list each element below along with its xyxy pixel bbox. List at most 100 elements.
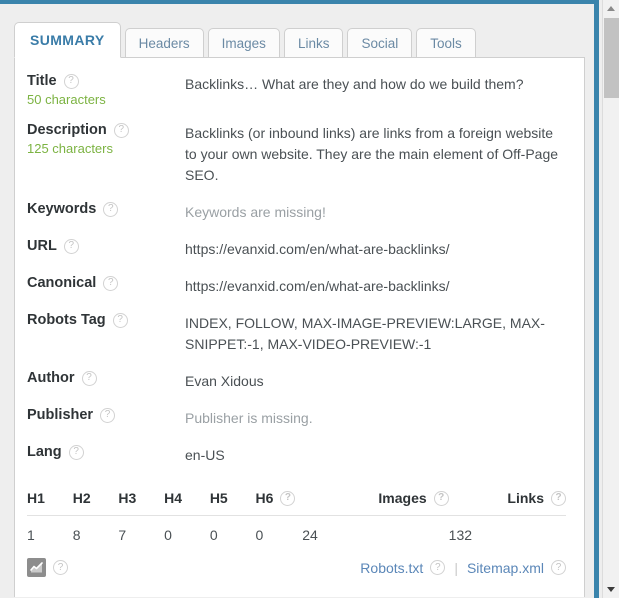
help-icon[interactable]: ?	[551, 490, 566, 506]
help-icon[interactable]: ?	[430, 560, 446, 575]
col-h1-label: H1	[27, 490, 45, 506]
row-url: URL ? https://evanxid.com/en/what-are-ba…	[27, 237, 566, 260]
help-icon[interactable]: ?	[63, 238, 79, 254]
row-publisher-label-col: Publisher ?	[27, 406, 185, 423]
tab-social-label: Social	[361, 35, 399, 51]
row-lang: Lang ? en-US	[27, 443, 566, 466]
row-robots-tag-value: INDEX, FOLLOW, MAX-IMAGE-PREVIEW:LARGE, …	[185, 315, 545, 352]
panel-footer: ? Robots.txt ? | Sitemap.xml ?	[27, 558, 566, 585]
col-h3-label: H3	[118, 490, 137, 506]
cell-links-count: 132	[448, 527, 473, 543]
col-links: Links ?	[448, 482, 566, 516]
tab-social[interactable]: Social	[347, 28, 413, 58]
row-canonical-label-col: Canonical ?	[27, 274, 185, 291]
col-images-label: Images	[378, 490, 427, 506]
row-title: Title ? 50 characters Backlinks… What ar…	[27, 72, 566, 107]
col-h3: H3	[118, 482, 165, 516]
row-lang-value: en-US	[185, 447, 225, 463]
footer-right-group: Robots.txt ? | Sitemap.xml ?	[360, 560, 566, 576]
help-icon[interactable]: ?	[103, 201, 119, 217]
tab-links-label: Links	[297, 35, 330, 51]
row-keywords-label-col: Keywords ?	[27, 200, 185, 217]
col-h1: H1	[27, 482, 73, 516]
chevron-up-icon	[607, 6, 615, 11]
row-author-label: Author	[27, 370, 75, 386]
cell-h1-count: 1	[27, 527, 35, 543]
row-url-label-col: URL ?	[27, 237, 185, 254]
row-title-char-count: 50 characters	[27, 92, 106, 107]
row-lang-label-col: Lang ?	[27, 443, 185, 460]
cell-h6-count: 0	[255, 527, 264, 543]
row-robots-tag: Robots Tag ? INDEX, FOLLOW, MAX-IMAGE-PR…	[27, 311, 566, 355]
table-header-row: H1 H2 H3 H4 H5 H6 ? Images ? Links ?	[27, 482, 566, 516]
seo-summary-window: SUMMARY Headers Images Links Social Tool…	[0, 0, 619, 598]
row-publisher: Publisher ? Publisher is missing.	[27, 406, 566, 429]
col-h6: H6 ?	[255, 482, 303, 516]
footer-left-group: ?	[27, 558, 68, 577]
sitemap-xml-link[interactable]: Sitemap.xml	[467, 560, 544, 576]
row-keywords-label: Keywords	[27, 201, 97, 217]
col-links-label: Links	[507, 490, 544, 506]
tab-images-label: Images	[221, 35, 266, 51]
row-description-label-col: Description ? 125 characters	[27, 121, 185, 156]
cell-images-count: 24	[302, 527, 318, 543]
col-h5-label: H5	[209, 490, 228, 506]
scroll-up-button[interactable]	[603, 0, 619, 17]
scrollbar-thumb[interactable]	[604, 18, 619, 98]
row-keywords-value: Keywords are missing!	[185, 204, 326, 220]
robots-txt-link[interactable]: Robots.txt	[360, 560, 423, 576]
help-icon[interactable]: ?	[113, 122, 129, 138]
row-robots-tag-label-col: Robots Tag ?	[27, 311, 185, 328]
tab-headers[interactable]: Headers	[124, 28, 204, 58]
tab-links[interactable]: Links	[283, 28, 344, 58]
row-description-value: Backlinks (or inbound links) are links f…	[185, 125, 559, 183]
col-images: Images ?	[302, 482, 449, 516]
row-url-value: https://evanxid.com/en/what-are-backlink…	[185, 241, 450, 257]
footer-separator: |	[454, 559, 458, 576]
help-icon[interactable]: ?	[68, 444, 84, 460]
row-publisher-label: Publisher	[27, 407, 94, 423]
heading-counts-table: H1 H2 H3 H4 H5 H6 ? Images ? Links ? 1 8…	[27, 482, 566, 553]
col-h6-label: H6	[255, 490, 274, 506]
row-canonical-value: https://evanxid.com/en/what-are-backlink…	[185, 278, 450, 294]
help-icon[interactable]: ?	[100, 407, 116, 423]
scroll-down-button[interactable]	[603, 581, 619, 598]
help-icon[interactable]: ?	[53, 560, 68, 575]
help-icon[interactable]: ?	[112, 312, 128, 328]
help-icon[interactable]: ?	[433, 490, 449, 506]
summary-panel: Title ? 50 characters Backlinks… What ar…	[14, 57, 585, 597]
cell-h3-count: 7	[118, 527, 127, 543]
cell-h5-count: 0	[209, 527, 218, 543]
tab-headers-label: Headers	[138, 35, 190, 51]
tab-tools[interactable]: Tools	[416, 28, 476, 58]
chart-icon[interactable]	[27, 558, 46, 577]
row-url-label: URL	[27, 238, 57, 254]
right-accent-border	[594, 0, 599, 598]
tab-summary[interactable]: SUMMARY	[14, 22, 121, 58]
row-author-label-col: Author ?	[27, 369, 185, 386]
vertical-scrollbar[interactable]	[602, 0, 619, 598]
tab-images[interactable]: Images	[207, 28, 280, 58]
row-title-label: Title	[27, 73, 57, 89]
row-canonical: Canonical ? https://evanxid.com/en/what-…	[27, 274, 566, 297]
tab-tools-label: Tools	[430, 35, 462, 51]
row-canonical-label: Canonical	[27, 275, 97, 291]
top-accent-border	[0, 0, 598, 4]
cell-h4-count: 0	[164, 527, 172, 543]
tab-bar: SUMMARY Headers Images Links Social Tool…	[14, 22, 480, 58]
help-icon[interactable]: ?	[81, 370, 97, 386]
row-author: Author ? Evan Xidous	[27, 369, 566, 392]
col-h2-label: H2	[72, 490, 91, 506]
help-icon[interactable]: ?	[63, 73, 79, 89]
col-h4: H4	[164, 482, 210, 516]
help-icon[interactable]: ?	[551, 560, 566, 575]
help-icon[interactable]: ?	[280, 490, 296, 506]
table-row: 1 8 7 0 0 0 24 132	[27, 516, 566, 554]
row-keywords: Keywords ? Keywords are missing!	[27, 200, 566, 223]
row-title-label-col: Title ? 50 characters	[27, 72, 185, 107]
row-description-label: Description	[27, 122, 107, 138]
tab-summary-label: SUMMARY	[30, 32, 105, 48]
row-description: Description ? 125 characters Backlinks (…	[27, 121, 566, 186]
row-lang-label: Lang	[27, 444, 62, 460]
help-icon[interactable]: ?	[103, 275, 119, 291]
